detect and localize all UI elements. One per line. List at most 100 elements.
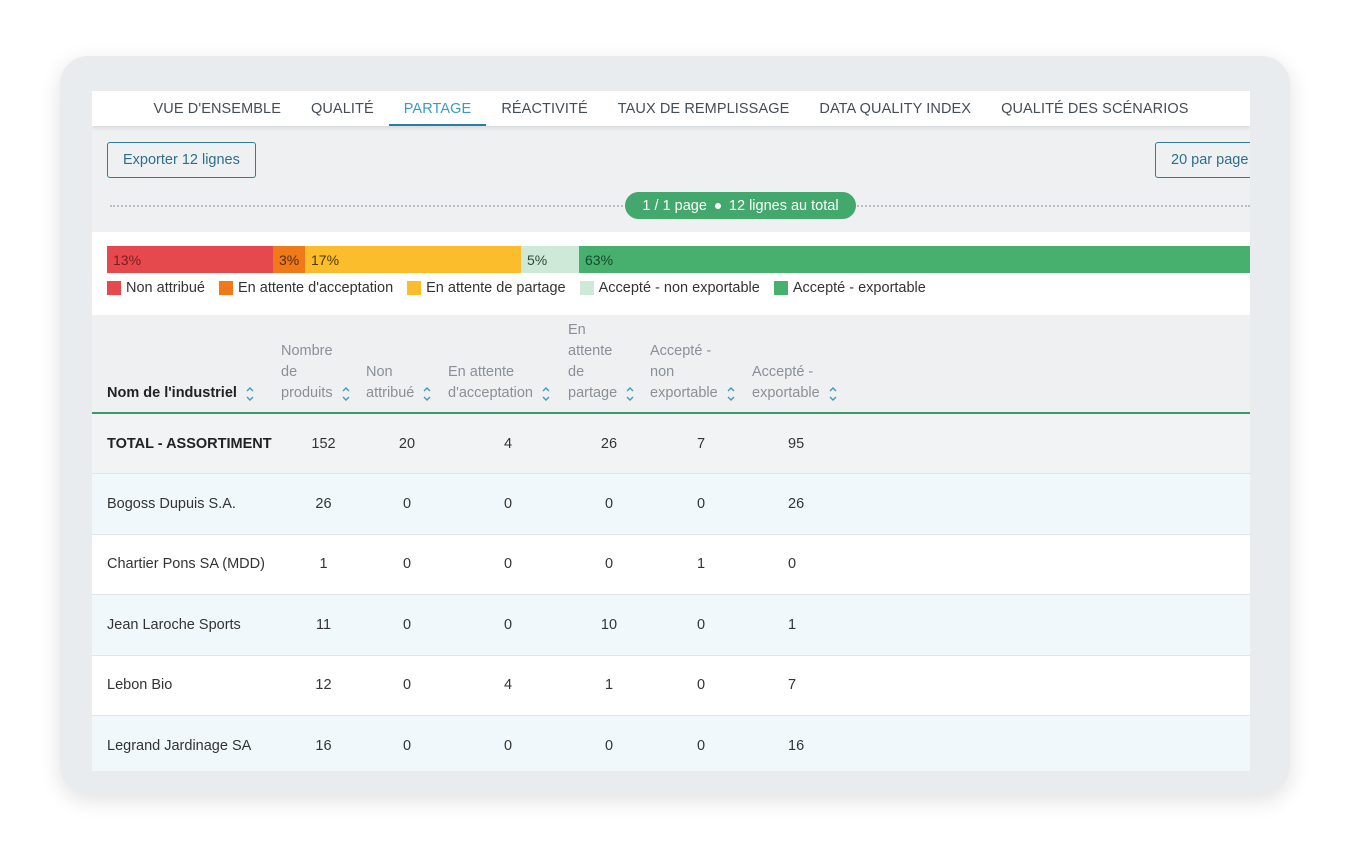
results-table: Nom de l'industriel Nombre de produits Non at…	[92, 315, 1250, 771]
count-cell: 4	[503, 677, 513, 694]
count-cell: 16	[788, 737, 805, 754]
table-row[interactable]: Chartier Pons SA (MDD) 1 0 0 0 1 0	[92, 534, 1250, 595]
export-button[interactable]: Exporter 12 lignes	[107, 142, 256, 178]
column-header-label: Nombre de produits	[281, 343, 333, 401]
count-cell: 0	[402, 677, 412, 694]
legend-item: Non attribué	[107, 280, 205, 296]
count-cell: 0	[696, 737, 706, 754]
table-row[interactable]: Lebon Bio 12 0 4 1 0 7	[92, 655, 1250, 716]
sort-icon[interactable]	[341, 386, 351, 402]
count-cell: 7	[696, 435, 706, 452]
count-cell: 0	[402, 556, 412, 573]
tab-vue-ensemble[interactable]: VUE D'ENSEMBLE	[139, 91, 296, 126]
count-cell: 26	[600, 435, 618, 452]
manufacturer-name-cell: Bogoss Dupuis S.A.	[107, 495, 236, 512]
count-cell: 7	[788, 677, 797, 694]
legend-label: Accepté - non exportable	[598, 280, 760, 296]
column-header[interactable]: Non attribué	[366, 315, 448, 413]
legend-label: Accepté - exportable	[792, 280, 926, 296]
tab-bar: VUE D'ENSEMBLE QUALITÉ PARTAGE RÉACTIVIT…	[92, 91, 1250, 126]
tab-qualite[interactable]: QUALITÉ	[296, 91, 389, 126]
count-cell: 12	[315, 677, 332, 694]
column-header[interactable]: En attente de partage	[568, 315, 650, 413]
count-cell: 0	[604, 737, 614, 754]
count-cell: 0	[402, 616, 412, 633]
manufacturer-name-cell: Lebon Bio	[107, 677, 173, 694]
separator-dot	[714, 202, 721, 209]
distribution-segment: 5%	[521, 246, 579, 273]
table-row[interactable]: Bogoss Dupuis S.A. 26 0 0 0 0 26	[92, 473, 1250, 534]
count-cell: 0	[503, 556, 513, 573]
legend-label: En attente de partage	[426, 280, 566, 296]
pagination-badge: 1 / 1 page 12 lignes au total	[625, 192, 856, 219]
sort-icon[interactable]	[726, 386, 736, 402]
legend-swatch	[579, 281, 594, 295]
sort-icon[interactable]	[541, 386, 551, 402]
count-cell: 0	[696, 495, 706, 512]
column-header-label: En attente de partage	[568, 322, 618, 401]
total-rows: 12 lignes au total	[728, 197, 839, 214]
count-cell: 0	[402, 737, 412, 754]
per-page-button[interactable]: 20 par page	[1155, 142, 1250, 178]
distribution-panel: 13% 3% 17% 5% 63% Non attribué En attente d'a…	[92, 232, 1250, 315]
count-cell: 20	[398, 435, 416, 452]
column-header-label: Non attribué	[366, 364, 415, 401]
legend-swatch	[407, 281, 422, 295]
count-cell: 11	[315, 616, 332, 633]
legend-item: En attente de partage	[407, 280, 566, 296]
tab-reactivite[interactable]: RÉACTIVITÉ	[486, 91, 602, 126]
count-cell: 1	[319, 556, 328, 573]
count-cell: 26	[315, 495, 332, 512]
count-cell: 10	[600, 616, 618, 633]
manufacturer-name-cell: Chartier Pons SA (MDD)	[107, 556, 265, 573]
legend-swatch	[773, 281, 788, 295]
column-header[interactable]: Accepté - non exportable	[650, 315, 752, 413]
distribution-legend: Non attribué En attente d'acceptation En a…	[107, 280, 926, 296]
distribution-bar: 13% 3% 17% 5% 63%	[107, 246, 1250, 273]
count-cell: 0	[696, 677, 706, 694]
count-cell: 16	[315, 737, 332, 754]
total-row[interactable]: TOTAL - ASSORTIMENT 152 20 4 26 7 95	[92, 413, 1250, 474]
legend-item: En attente d'acceptation	[219, 280, 393, 296]
tab-data-quality-index[interactable]: DATA QUALITY INDEX	[804, 91, 986, 126]
distribution-segment: 3%	[273, 246, 305, 273]
column-header[interactable]: En attente d'acceptation	[448, 315, 568, 413]
sort-icon[interactable]	[245, 386, 255, 402]
table-header-row: Nom de l'industriel Nombre de produits Non at…	[92, 315, 1250, 413]
legend-label: Non attribué	[126, 280, 205, 296]
manufacturer-name-cell: TOTAL - ASSORTIMENT	[107, 435, 272, 452]
sort-icon[interactable]	[828, 386, 838, 402]
count-cell: 152	[311, 435, 336, 452]
app-screen: VUE D'ENSEMBLE QUALITÉ PARTAGE RÉACTIVIT…	[92, 91, 1250, 771]
page-count: 1 / 1 page	[642, 197, 707, 214]
distribution-segment: 17%	[305, 246, 521, 273]
legend-swatch	[219, 281, 233, 295]
tab-partage[interactable]: PARTAGE	[388, 91, 487, 126]
table-row[interactable]: Legrand Jardinage SA 16 0 0 0 0 16	[92, 715, 1250, 771]
column-header[interactable]: Nombre de produits	[281, 315, 366, 413]
column-header[interactable]: Accepté - exportable	[752, 315, 1250, 413]
column-header-label: Accepté - non exportable	[650, 343, 718, 401]
count-cell: 0	[604, 556, 614, 573]
tab-taux-remplissage[interactable]: TAUX DE REMPLISSAGE	[603, 91, 805, 126]
distribution-segment: 63%	[579, 246, 1250, 273]
manufacturer-name-cell: Legrand Jardinage SA	[107, 737, 252, 754]
legend-swatch	[107, 281, 121, 295]
count-cell: 0	[788, 556, 797, 573]
tab-qualite-scenarios[interactable]: QUALITÉ DES SCÉNARIOS	[986, 91, 1203, 126]
device-frame: VUE D'ENSEMBLE QUALITÉ PARTAGE RÉACTIVIT…	[60, 56, 1290, 794]
count-cell: 4	[503, 435, 513, 452]
count-cell: 1	[696, 556, 706, 573]
sort-icon[interactable]	[422, 386, 432, 402]
count-cell: 0	[503, 616, 513, 633]
column-header-label: Nom de l'industriel	[107, 385, 237, 401]
column-header[interactable]: Nom de l'industriel	[92, 315, 281, 413]
count-cell: 26	[788, 495, 805, 512]
count-cell: 0	[503, 495, 513, 512]
legend-item: Accepté - non exportable	[579, 280, 760, 296]
column-header-label: Accepté - exportable	[752, 364, 820, 401]
legend-item: Accepté - exportable	[773, 280, 926, 296]
sort-icon[interactable]	[625, 386, 635, 402]
table-body: TOTAL - ASSORTIMENT 152 20 4 26 7 95 Bogoss Dup…	[92, 413, 1250, 771]
table-row[interactable]: Jean Laroche Sports 11 0 0 10 0 1	[92, 594, 1250, 655]
